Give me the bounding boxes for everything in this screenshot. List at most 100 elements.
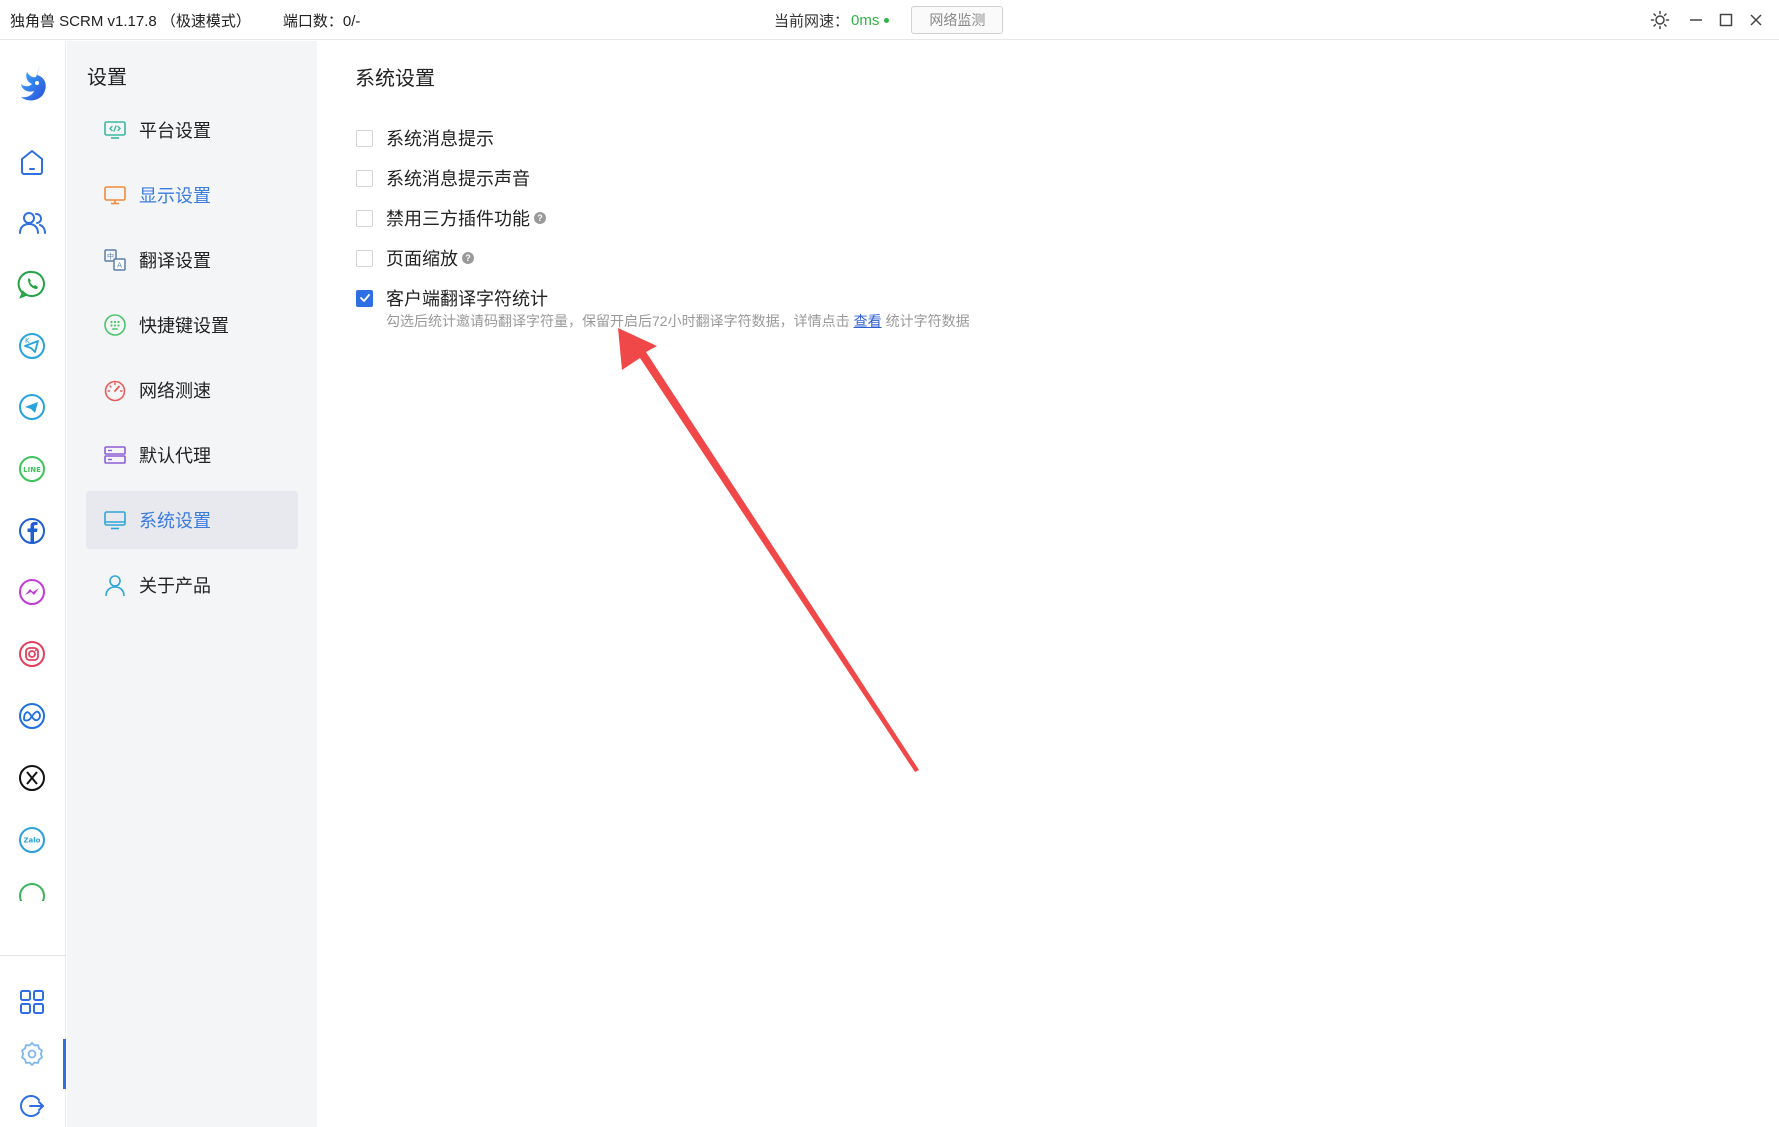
menu-item-proxy[interactable]: 默认代理	[86, 426, 298, 484]
menu-item-display[interactable]: 显示设置	[86, 166, 298, 224]
page-title: 系统设置	[355, 68, 435, 90]
menu-item-shortcuts[interactable]: 快捷键设置	[86, 296, 298, 354]
rail-zalo[interactable]: Zalo	[12, 820, 52, 860]
menu-item-platform[interactable]: 平台设置	[86, 101, 298, 159]
window-controls	[1645, 0, 1779, 40]
partial-app-icon	[19, 883, 45, 901]
rail-partial-item[interactable]	[12, 881, 52, 901]
rail-x[interactable]	[12, 758, 52, 798]
rail-whatsapp[interactable]	[12, 264, 52, 304]
rail-logout[interactable]	[12, 1086, 52, 1126]
port-count: 端口数：0/-	[282, 12, 361, 30]
option-label: 页面缩放	[386, 249, 458, 269]
check-icon	[359, 294, 370, 302]
title-left: 独角兽 SCRM v1.17.8 （极速模式） 端口数：0/-	[10, 0, 360, 40]
menu-title: 设置	[87, 67, 127, 89]
line-icon: LINE	[19, 456, 45, 482]
minimize-icon	[1690, 19, 1702, 21]
unicorn-logo-icon	[21, 65, 46, 101]
rail-instagram[interactable]	[12, 634, 52, 674]
speedometer-icon	[104, 380, 126, 402]
user-profile-icon	[105, 575, 125, 597]
display-monitor-icon	[104, 186, 126, 205]
minimize-button[interactable]	[1681, 5, 1711, 35]
rail-divider	[0, 955, 66, 956]
rail-active-indicator	[63, 1039, 66, 1089]
desc-text-before: 勾选后统计邀请码翻译字符量，保留开启后72小时翻译字符数据，详情点击	[386, 313, 850, 329]
rail-settings[interactable]	[12, 1034, 52, 1074]
menu-item-translate[interactable]: 中A 翻译设置	[86, 231, 298, 289]
rail-contacts[interactable]	[12, 203, 52, 243]
option-disable-plugins[interactable]: 禁用三方插件功能 ?	[356, 205, 546, 231]
help-icon[interactable]: ?	[534, 212, 546, 224]
menu-item-about[interactable]: 关于产品	[86, 556, 298, 614]
option-label: 系统消息提示	[386, 129, 494, 149]
settings-gear-icon	[21, 1042, 43, 1066]
checkbox[interactable]	[356, 209, 373, 227]
app-rail: K LINE Zalo	[0, 41, 66, 1127]
zalo-icon: Zalo	[19, 827, 45, 853]
menu-item-label: 系统设置	[139, 511, 211, 531]
x-icon	[19, 765, 45, 791]
close-icon	[1750, 14, 1762, 26]
option-label: 禁用三方插件功能	[386, 209, 530, 229]
rail-home[interactable]	[12, 142, 52, 182]
checkbox[interactable]	[356, 169, 373, 187]
system-settings-panel: 系统设置 系统消息提示 系统消息提示声音 禁用三方插件功能 ? 页面缩放 ? 客…	[317, 41, 1779, 1127]
rail-meta[interactable]	[12, 696, 52, 736]
system-monitor-icon	[104, 511, 126, 530]
checkbox[interactable]	[356, 129, 373, 147]
maximize-button[interactable]	[1711, 5, 1741, 35]
rail-facebook[interactable]	[12, 511, 52, 551]
translate-icon: 中A	[104, 249, 126, 271]
settings-menu: 设置 平台设置 显示设置 中A 翻译设置 快捷键设置 网络测速 默认代理 系统设…	[67, 41, 317, 1127]
logout-icon	[20, 1095, 44, 1117]
sun-icon	[1650, 10, 1670, 30]
menu-item-label: 翻译设置	[139, 251, 211, 271]
menu-item-label: 默认代理	[139, 446, 211, 466]
line-icon-text: LINE	[23, 466, 41, 474]
close-button[interactable]	[1741, 5, 1771, 35]
theme-toggle-button[interactable]	[1645, 5, 1675, 35]
title-bar: 独角兽 SCRM v1.17.8 （极速模式） 端口数：0/- 当前网速： 0m…	[0, 0, 1779, 40]
platform-code-icon	[104, 121, 126, 139]
speed-label: 当前网速：	[774, 12, 850, 30]
option-translate-char-stats[interactable]: 客户端翻译字符统计	[356, 285, 548, 311]
logo	[8, 59, 56, 107]
network-monitor-button[interactable]: 网络监测	[911, 6, 1004, 34]
rail-telegram[interactable]	[12, 387, 52, 427]
app-title: 独角兽 SCRM v1.17.8 （极速模式）	[10, 12, 251, 30]
desc-text-after: 统计字符数据	[885, 313, 970, 329]
rail-apps[interactable]	[12, 982, 52, 1022]
menu-item-label: 显示设置	[139, 186, 211, 206]
rail-telegram-k[interactable]: K	[12, 326, 52, 366]
checkbox-checked[interactable]	[356, 289, 373, 307]
option-system-notify[interactable]: 系统消息提示	[356, 125, 494, 151]
shortcut-keypad-icon	[104, 314, 126, 336]
help-icon[interactable]: ?	[462, 252, 474, 264]
option-label: 系统消息提示声音	[386, 169, 530, 189]
menu-item-system[interactable]: 系统设置	[86, 491, 298, 549]
checkbox[interactable]	[356, 249, 373, 267]
apps-grid-icon	[20, 990, 44, 1014]
view-link[interactable]: 查看	[854, 313, 882, 329]
app-window: 独角兽 SCRM v1.17.8 （极速模式） 端口数：0/- 当前网速： 0m…	[0, 0, 1779, 1127]
network-status: 当前网速： 0ms 网络监测	[774, 0, 1004, 40]
rail-line[interactable]: LINE	[12, 449, 52, 489]
rail-messenger[interactable]	[12, 572, 52, 612]
whatsapp-icon	[17, 270, 45, 299]
menu-item-label: 快捷键设置	[139, 316, 229, 336]
meta-icon	[19, 703, 45, 729]
svg-text:中: 中	[107, 252, 114, 261]
proxy-server-icon	[104, 446, 126, 464]
option-page-zoom[interactable]: 页面缩放 ?	[356, 245, 474, 271]
menu-item-label: 平台设置	[139, 121, 211, 141]
option-system-notify-sound[interactable]: 系统消息提示声音	[356, 165, 530, 191]
option-description: 勾选后统计邀请码翻译字符量，保留开启后72小时翻译字符数据，详情点击 查看 统计字符…	[386, 311, 970, 331]
svg-text:K: K	[25, 337, 30, 345]
instagram-icon	[19, 641, 45, 667]
speed-value: 0ms	[851, 11, 880, 29]
menu-item-label: 网络测速	[139, 381, 211, 401]
menu-item-speedtest[interactable]: 网络测速	[86, 361, 298, 419]
status-dot	[884, 17, 890, 23]
